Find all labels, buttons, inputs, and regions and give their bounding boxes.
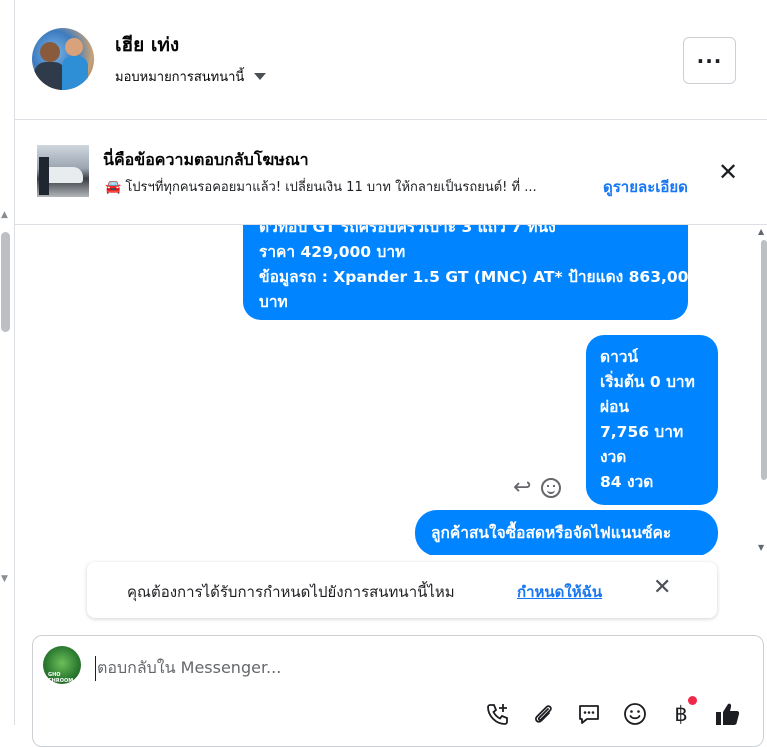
- more-options-button[interactable]: ···: [683, 37, 736, 84]
- reply-input[interactable]: ตอบกลับใน Messenger...: [95, 656, 281, 681]
- ad-reply-title: นี่คือข้อความตอบกลับโฆษณา: [103, 150, 309, 169]
- message-line: ดาวน์: [600, 348, 639, 366]
- ad-reply-banner: นี่คือข้อความตอบกลับโฆษณา 🚘 โปรฯที่ทุกคน…: [15, 120, 767, 225]
- message-actions: ↩: [513, 475, 562, 500]
- contact-avatar[interactable]: [32, 28, 94, 90]
- page-avatar: GHO CHROOM: [43, 646, 81, 684]
- assign-conversation-dropdown[interactable]: มอบหมายการสนทนานี้: [115, 66, 267, 87]
- assign-to-me-link[interactable]: กำหนดให้ฉัน: [517, 580, 602, 604]
- scroll-down-arrow-icon[interactable]: ▼: [758, 543, 764, 552]
- message-bubble-car-info[interactable]: ตัวท็อป GT รถครอบครัวเบาะ 3 แถว 7 ที่นั่…: [243, 225, 700, 320]
- reply-icon[interactable]: ↩: [513, 475, 531, 500]
- message-line: งวด: [600, 448, 627, 466]
- conversation-header: เฮีย เท่ง มอบหมายการสนทนานี้ ···: [15, 0, 767, 120]
- page-avatar-text: GHO CHROOM: [48, 672, 74, 684]
- close-icon[interactable]: ✕: [653, 575, 671, 600]
- message-line: ราคา 429,000 บาท: [259, 243, 406, 261]
- message-line: ลูกค้าสนใจซื้อสดหรือจัดไฟแนนซ์คะ: [431, 523, 672, 542]
- chat-scrollbar-thumb[interactable]: [761, 240, 767, 480]
- message-bubble-payment[interactable]: ดาวน์ เริ่มต้น 0 บาท ผ่อน 7,756 บาท งวด …: [586, 335, 718, 505]
- assign-prompt: คุณต้องการได้รับการกำหนดไปยังการสนทนานี้…: [87, 562, 717, 618]
- message-line: ผ่อน: [600, 398, 629, 416]
- message-line: 84 งวด: [600, 473, 654, 491]
- contact-name[interactable]: เฮีย เท่ง: [115, 30, 179, 60]
- like-thumbs-up-icon[interactable]: [711, 698, 743, 730]
- caret-down-icon: [254, 73, 267, 80]
- close-icon[interactable]: ✕: [718, 158, 738, 186]
- composer-toolbar: ฿: [481, 696, 743, 730]
- message-line: ข้อมูลรถ : Xpander 1.5 GT (MNC) AT* ป้าย…: [259, 268, 700, 286]
- attachment-icon[interactable]: [527, 698, 559, 730]
- ad-reply-subtitle: 🚘 โปรฯที่ทุกคนรอคอยมาแล้ว! เปลี่ยนเงิน 1…: [105, 180, 537, 195]
- ad-thumbnail: [37, 145, 89, 197]
- message-line: ตัวท็อป GT รถครอบครัวเบาะ 3 แถว 7 ที่นั่…: [259, 225, 556, 236]
- payment-baht-icon[interactable]: ฿: [665, 696, 697, 730]
- call-add-icon[interactable]: [481, 698, 513, 730]
- react-smiley-icon[interactable]: [541, 477, 562, 498]
- left-scrollbar-thumb[interactable]: [1, 232, 10, 332]
- notification-dot: [688, 696, 697, 705]
- message-bubble-question[interactable]: ลูกค้าสนใจซื้อสดหรือจัดไฟแนนซ์คะ: [415, 510, 718, 555]
- ad-details-link[interactable]: ดูรายละเอียด: [603, 175, 688, 199]
- left-scrollbar[interactable]: ▲ ▼: [0, 0, 15, 725]
- emoji-icon[interactable]: [619, 698, 651, 730]
- message-composer: GHO CHROOM ตอบกลับใน Messenger... ฿: [32, 635, 764, 747]
- scroll-down-arrow-icon[interactable]: ▼: [1, 574, 8, 584]
- baht-symbol: ฿: [674, 702, 688, 726]
- saved-reply-icon[interactable]: [573, 698, 605, 730]
- assign-prompt-text: คุณต้องการได้รับการกำหนดไปยังการสนทนานี้…: [127, 583, 455, 601]
- assign-label: มอบหมายการสนทนานี้: [115, 70, 245, 85]
- scroll-up-arrow-icon[interactable]: ▲: [1, 210, 8, 220]
- message-line: 7,756 บาท: [600, 423, 684, 441]
- message-line: เริ่มต้น 0 บาท: [600, 373, 695, 391]
- scroll-up-arrow-icon[interactable]: ▲: [758, 227, 764, 236]
- message-thread[interactable]: ตัวท็อป GT รถครอบครัวเบาะ 3 แถว 7 ที่นั่…: [15, 225, 767, 555]
- message-line: บาท: [259, 293, 288, 311]
- chat-scrollbar[interactable]: ▲ ▼: [754, 225, 767, 555]
